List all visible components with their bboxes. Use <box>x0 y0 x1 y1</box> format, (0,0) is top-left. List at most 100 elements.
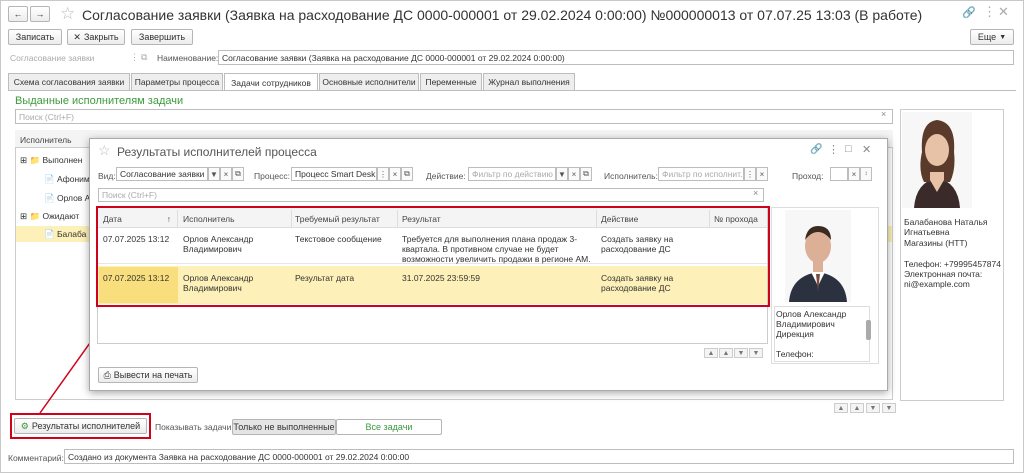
executor-name: Орлов Александр Владимирович <box>776 309 847 329</box>
process-type-field[interactable]: Согласование заявки <box>10 53 94 63</box>
dialog-search-input[interactable]: Поиск (Ctrl+F) <box>98 188 764 202</box>
view-open-icon[interactable]: ⧉ <box>232 167 244 181</box>
more-vertical-icon[interactable]: ⋮ <box>983 4 996 20</box>
only-unfinished-button[interactable]: Только не выполненные <box>232 419 336 435</box>
dialog-close-icon[interactable]: ✕ <box>862 143 871 156</box>
back-button[interactable]: ← <box>8 6 28 22</box>
process-clear-icon[interactable]: × <box>389 167 401 181</box>
tab-process-params[interactable]: Параметры процесса <box>131 73 223 90</box>
comment-label: Комментарий: <box>8 453 64 463</box>
tasks-section-title: Выданные исполнителям задачи <box>15 95 184 107</box>
executor-clear-icon[interactable]: × <box>756 167 768 181</box>
col-executor: Исполнитель <box>20 135 72 145</box>
dialog-scroll-top[interactable]: ▲ <box>704 348 718 358</box>
scroll-up-button[interactable]: ▲ <box>850 403 864 413</box>
more-button[interactable]: Еще ▼ <box>970 29 1014 45</box>
results-button[interactable]: ⚙ Результаты исполнителей <box>14 418 147 434</box>
process-field[interactable]: Процесс Smart Desk ( <box>291 167 377 181</box>
view-dropdown-icon[interactable]: ▼ <box>208 167 220 181</box>
executor-phone: Телефон: <box>776 349 814 359</box>
document-icon: 📄 <box>44 174 55 184</box>
scroll-bottom-button[interactable]: ▼ <box>882 403 896 413</box>
executor-scrollbar[interactable] <box>866 320 871 340</box>
collapse-icon: ⊞ <box>20 211 28 221</box>
tab-execution-log[interactable]: Журнал выполнения <box>483 73 575 90</box>
tree-label: Орлов А <box>56 193 91 203</box>
tab-variables[interactable]: Переменные <box>420 73 482 90</box>
folder-icon: 📁 <box>29 155 41 165</box>
results-label: Результаты исполнителей <box>31 421 141 431</box>
close-window-icon[interactable]: ✕ <box>998 4 1009 20</box>
all-tasks-button[interactable]: Все задачи <box>336 419 442 435</box>
view-clear-icon[interactable]: × <box>220 167 232 181</box>
tree-label: Ожидают <box>42 211 80 221</box>
scroll-down-button[interactable]: ▼ <box>866 403 880 413</box>
action-label: Действие: <box>426 171 466 181</box>
dialog-scroll-bottom[interactable]: ▼ <box>749 348 763 358</box>
scroll-top-button[interactable]: ▲ <box>834 403 848 413</box>
dialog-search-placeholder: Поиск (Ctrl+F) <box>102 190 157 200</box>
star-icon[interactable]: ☆ <box>60 4 75 24</box>
process-open-icon[interactable]: ⧉ <box>401 167 413 181</box>
close-button[interactable]: ✕ Закрыть <box>67 29 125 45</box>
tabs-divider <box>8 90 1016 91</box>
pass-field[interactable] <box>830 167 848 181</box>
dialog-scroll-down[interactable]: ▼ <box>734 348 748 358</box>
chevron-down-icon: ▼ <box>999 33 1007 41</box>
show-tasks-label: Показывать задачи: <box>155 422 234 432</box>
process-more-icon[interactable]: ⋮ <box>377 167 389 181</box>
clear-search-icon[interactable]: × <box>881 109 886 119</box>
window-title: Согласование заявки (Заявка на расходова… <box>82 7 923 23</box>
tab-main-executors[interactable]: Основные исполнители <box>319 73 419 90</box>
action-placeholder: Фильтр по действию <box>472 169 553 179</box>
close-x-icon: ✕ <box>73 31 81 42</box>
tree-item[interactable]: 📄 Афоним <box>44 174 90 185</box>
forward-button[interactable]: → <box>30 6 50 22</box>
dialog-more-icon[interactable]: ⋮ <box>828 143 839 156</box>
pass-spinner-icon[interactable]: ↕ <box>860 167 872 181</box>
action-open-icon[interactable]: ⧉ <box>580 167 592 181</box>
name-field[interactable]: Согласование заявки (Заявка на расходова… <box>218 50 1014 65</box>
comment-field[interactable]: Создано из документа Заявка на расходова… <box>64 449 1014 464</box>
more-label: Еще <box>977 32 997 42</box>
tree-item[interactable]: 📄 Балаба <box>44 229 86 240</box>
print-button[interactable]: ⎙ Вывести на печать <box>98 367 198 383</box>
assignee-email[interactable]: ni@example.com <box>904 279 970 289</box>
dialog-star-icon[interactable]: ☆ <box>98 142 111 159</box>
arrow-left-icon: ← <box>13 9 23 19</box>
assignee-photo <box>902 112 972 208</box>
assignee-phone: Телефон: +79995457874 <box>904 259 1001 269</box>
tasks-search-placeholder: Поиск (Ctrl+F) <box>19 111 74 122</box>
document-icon: 📄 <box>44 229 55 239</box>
pass-label: Проход: <box>792 171 824 181</box>
tree-item[interactable]: 📄 Орлов А <box>44 193 90 204</box>
tree-label: Выполнен <box>42 155 83 165</box>
save-button[interactable]: Записать <box>8 29 62 45</box>
view-field[interactable]: Согласование заявки <box>116 167 208 181</box>
tasks-search-input[interactable]: Поиск (Ctrl+F) <box>15 109 893 124</box>
assignee-name: Балабанова Наталья Игнатьевна <box>904 217 988 237</box>
action-clear-icon[interactable]: × <box>568 167 580 181</box>
collapse-icon: ⊞ <box>20 155 28 165</box>
dialog-search-clear-icon[interactable]: × <box>753 188 758 198</box>
dialog-maximize-icon[interactable]: □ <box>845 143 852 155</box>
type-select-icon[interactable]: ⋮ <box>130 52 139 63</box>
pass-clear-icon[interactable]: × <box>848 167 860 181</box>
executor-field[interactable]: Фильтр по исполнит... <box>658 167 744 181</box>
executor-more-icon[interactable]: ⋮ <box>744 167 756 181</box>
tree-group-waiting[interactable]: ⊞ 📁 Ожидают <box>20 211 79 222</box>
executor-photo <box>785 210 851 302</box>
action-field[interactable]: Фильтр по действию <box>468 167 556 181</box>
dialog-link-icon[interactable]: 🔗 <box>810 144 822 155</box>
executor-placeholder: Фильтр по исполнит... <box>662 169 744 179</box>
close-label: Закрыть <box>83 32 119 42</box>
tab-approval-scheme[interactable]: Схема согласования заявки <box>8 73 130 90</box>
tree-group-done[interactable]: ⊞ 📁 Выполнен <box>20 155 82 166</box>
finish-button[interactable]: Завершить <box>131 29 193 45</box>
action-dropdown-icon[interactable]: ▼ <box>556 167 568 181</box>
link-icon[interactable]: 🔗 <box>962 6 976 19</box>
open-icon[interactable]: ⧉ <box>141 52 147 63</box>
dialog-scroll-up[interactable]: ▲ <box>719 348 733 358</box>
tab-employee-tasks[interactable]: Задачи сотрудников <box>224 73 318 91</box>
name-label: Наименование: <box>157 53 219 63</box>
